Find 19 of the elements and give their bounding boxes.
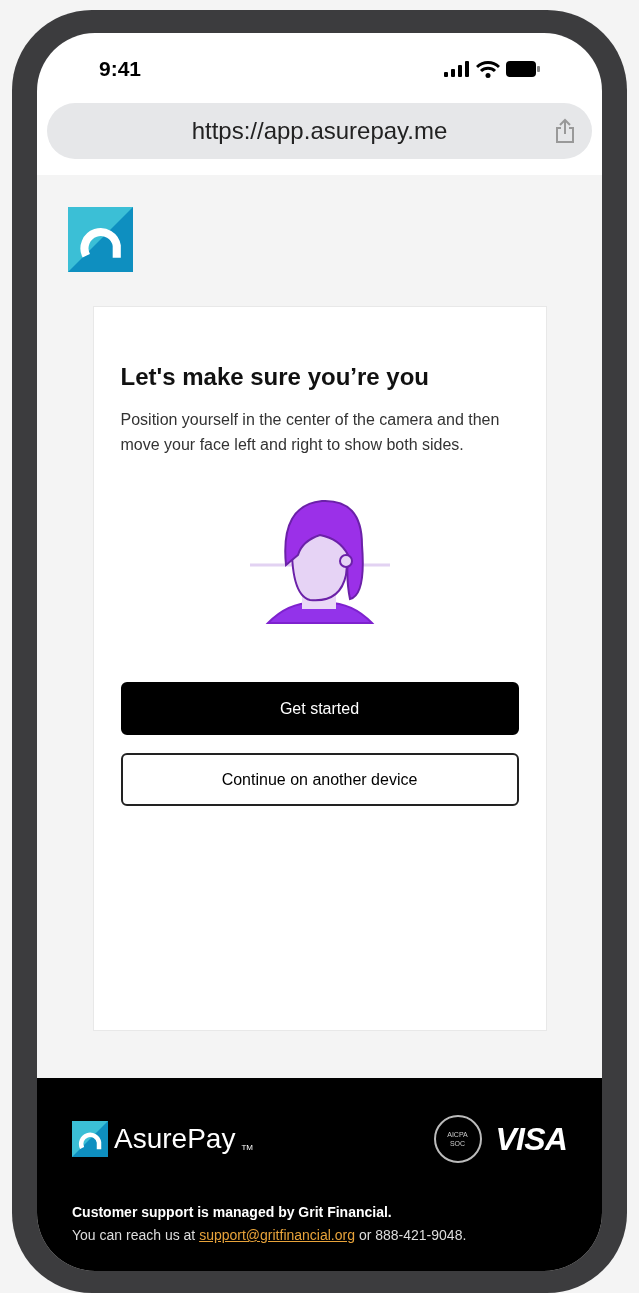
address-bar[interactable]: https://app.asurepay.me — [47, 103, 592, 159]
url-text: https://app.asurepay.me — [191, 116, 448, 146]
logo-icon — [72, 1121, 108, 1157]
share-icon[interactable] — [554, 118, 576, 144]
trademark-mark: TM — [241, 1142, 253, 1154]
status-time: 9:41 — [99, 56, 142, 83]
get-started-button[interactable]: Get started — [120, 682, 519, 735]
signal-icon — [444, 61, 470, 77]
card-title: Let's make sure you’re you — [120, 362, 430, 392]
card-network-logo: VISA — [495, 1120, 567, 1159]
battery-icon — [506, 61, 540, 77]
card-description: Position yourself in the center of the camera and then move your face left and right to show both sides. — [120, 410, 501, 455]
continue-button[interactable]: Continue on another device — [120, 753, 519, 806]
wifi-icon — [476, 60, 500, 78]
support-contact-text: You can reach us at support@gritfinancial.org or 888-421-9048. — [72, 1226, 468, 1245]
logo-icon — [68, 207, 133, 272]
support-heading: Customer support is managed by Grit Financial. — [72, 1203, 393, 1222]
brand-name: AsurePay — [114, 1122, 236, 1156]
support-email-link[interactable]: support@gritfinancial.org — [199, 1227, 355, 1243]
